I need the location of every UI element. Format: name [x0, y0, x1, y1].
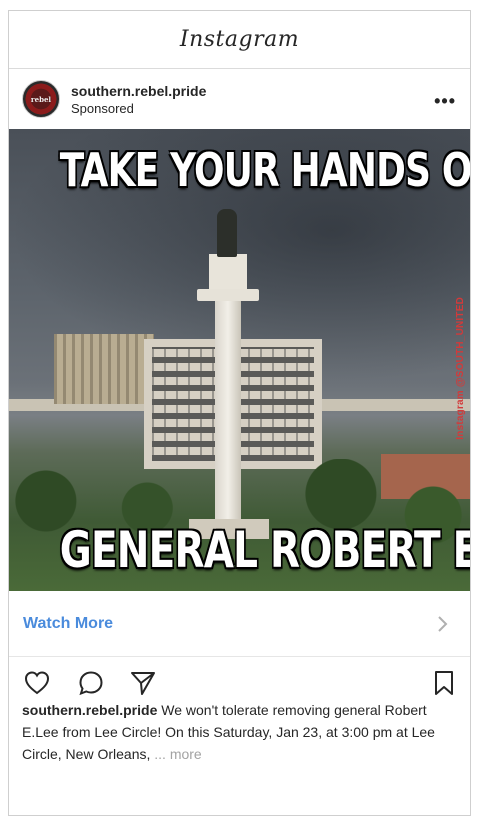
- watch-more-bar[interactable]: Watch More: [9, 591, 470, 657]
- post-caption: southern.rebel.pride We won't tolerate r…: [22, 699, 462, 765]
- instagram-logo[interactable]: Instagram: [180, 27, 299, 52]
- top-bar: Instagram: [9, 11, 470, 69]
- post-header: rebel southern.rebel.pride Sponsored •••: [9, 69, 470, 129]
- image-column-cap: [197, 289, 259, 301]
- image-top-text: TAKE YOUR HANDS OFF: [59, 143, 470, 197]
- caption-username[interactable]: southern.rebel.pride: [22, 702, 157, 718]
- avatar-text: rebel: [30, 94, 52, 104]
- bookmark-icon[interactable]: [430, 669, 458, 697]
- chevron-right-icon[interactable]: [432, 614, 452, 634]
- heart-icon[interactable]: [23, 669, 51, 697]
- comment-icon[interactable]: [77, 669, 105, 697]
- avatar[interactable]: rebel: [22, 80, 60, 118]
- more-options-icon[interactable]: •••: [434, 91, 456, 112]
- watch-more-link[interactable]: Watch More: [23, 615, 113, 633]
- image-statue: [217, 209, 237, 257]
- user-info: southern.rebel.pride Sponsored: [71, 83, 206, 116]
- post-image[interactable]: TAKE YOUR HANDS OFF GENERAL ROBERT E. LE…: [9, 129, 470, 591]
- image-building-left: [54, 334, 154, 404]
- image-column-top: [209, 254, 247, 292]
- post-frame: Instagram rebel southern.rebel.pride Spo…: [8, 10, 471, 816]
- image-column: [215, 264, 241, 524]
- username[interactable]: southern.rebel.pride: [71, 83, 206, 99]
- image-bottom-text: GENERAL ROBERT E. LEE: [59, 521, 470, 579]
- share-icon[interactable]: [129, 669, 157, 697]
- image-watermark: Instagram @SOUTH_UNITED: [455, 297, 466, 440]
- caption-more-link[interactable]: ... more: [154, 746, 201, 762]
- sponsored-label: Sponsored: [71, 100, 134, 116]
